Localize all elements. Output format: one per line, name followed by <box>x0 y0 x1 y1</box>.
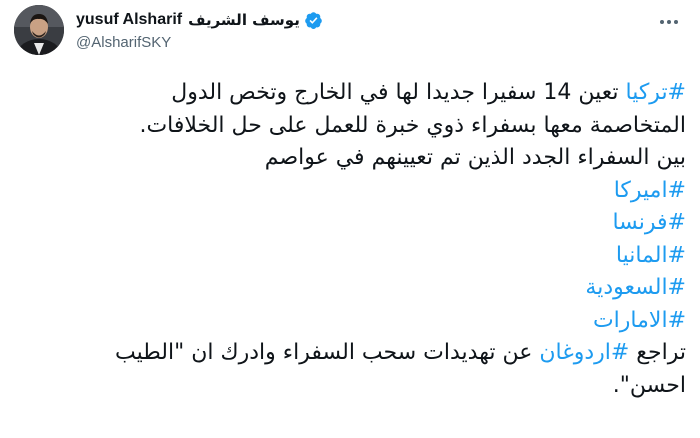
tweet-line-10: احسن". <box>612 372 686 398</box>
author-name-latin[interactable]: yusuf Alsharif <box>76 11 182 29</box>
tweet-line-3: بين السفراء الجدد الذين تم تعيينهم في عو… <box>264 145 686 170</box>
tweet-line-text: تراجع <box>629 340 686 365</box>
hashtag-link[interactable]: #فرنسا <box>10 207 686 240</box>
tweet-line-1: #تركيا تعين 14 سفيرا جديدا لها في الخارج… <box>10 77 686 110</box>
avatar[interactable] <box>14 5 64 55</box>
hashtag-link[interactable]: #المانيا <box>10 240 686 273</box>
hashtag-link[interactable]: #تركيا <box>625 80 686 105</box>
verified-badge-icon <box>304 11 323 30</box>
tweet-card: yusuf Alsharif يوسف الشريف @AlsharifSKY … <box>0 0 700 438</box>
tweet-line-text: عن تهديدات سحب السفراء وادرك ان "الطيب <box>115 340 540 365</box>
tweet-header: yusuf Alsharif يوسف الشريف @AlsharifSKY <box>76 10 323 51</box>
author-name-arabic[interactable]: يوسف الشريف <box>188 11 300 29</box>
hashtag-link[interactable]: #الامارات <box>10 305 686 338</box>
author-handle[interactable]: @AlsharifSKY <box>76 34 323 51</box>
tweet-line-9: تراجع #اردوغان عن تهديدات سحب السفراء وا… <box>10 337 686 370</box>
hashtag-link[interactable]: #اميركا <box>10 175 686 208</box>
tweet-text: #تركيا تعين 14 سفيرا جديدا لها في الخارج… <box>10 77 686 402</box>
more-options-icon[interactable] <box>654 10 684 34</box>
author-name-row[interactable]: yusuf Alsharif يوسف الشريف <box>76 10 323 30</box>
hashtag-link[interactable]: #السعودية <box>10 272 686 305</box>
tweet-line-text: تعين 14 سفيرا جديدا لها في الخارج وتخص ا… <box>171 80 626 105</box>
hashtag-link[interactable]: #اردوغان <box>539 340 629 365</box>
tweet-line-2: المتخاصمة معها بسفراء ذوي خبرة للعمل على… <box>139 112 686 138</box>
avatar-photo <box>14 5 64 55</box>
